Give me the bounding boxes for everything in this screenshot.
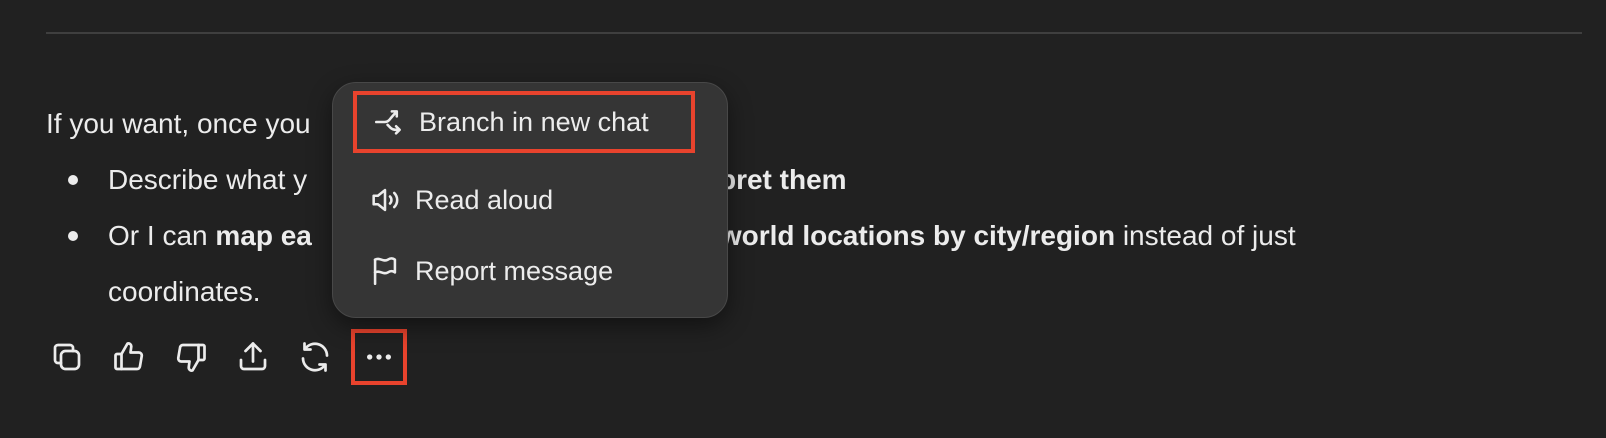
message-intro: If you want, once you xyxy=(46,108,311,139)
like-button[interactable] xyxy=(108,336,150,378)
menu-item-read-aloud[interactable]: Read aloud xyxy=(353,169,695,231)
thumbs-down-icon xyxy=(176,343,206,372)
menu-item-label: Read aloud xyxy=(415,184,554,215)
regenerate-icon xyxy=(301,342,329,372)
share-icon xyxy=(239,342,267,371)
speaker-icon xyxy=(365,180,405,220)
menu-item-label: Report message xyxy=(415,255,614,286)
menu-item-report-message[interactable]: Report message xyxy=(353,240,695,302)
bullet-dot xyxy=(68,175,78,185)
copy-icon xyxy=(53,343,81,371)
message-divider xyxy=(46,32,1582,34)
regenerate-button[interactable] xyxy=(294,336,336,378)
assistant-message: If you want, once you Describe what yr i… xyxy=(46,96,1546,320)
list-item: Or I can map ea world locations by city/r… xyxy=(46,208,1546,320)
share-button[interactable] xyxy=(232,336,274,378)
message-text-bold: map ea xyxy=(215,220,312,251)
message-list: Describe what yr interpret them Or I can… xyxy=(46,152,1546,320)
menu-item-label: Branch in new chat xyxy=(419,106,649,137)
dislike-button[interactable] xyxy=(170,336,212,378)
branch-icon xyxy=(369,102,409,142)
copy-button[interactable] xyxy=(46,336,88,378)
flag-icon xyxy=(365,251,405,291)
thumbs-up-icon xyxy=(114,342,144,371)
message-text-bold: world locations by city/region xyxy=(719,220,1116,251)
list-item: Describe what yr interpret them xyxy=(46,152,1546,208)
more-options-button[interactable] xyxy=(351,329,407,385)
menu-item-branch-in-new-chat[interactable]: Branch in new chat xyxy=(353,91,695,153)
message-text: Or I can xyxy=(108,220,216,251)
message-text: coordinates. xyxy=(108,276,261,307)
more-icon xyxy=(367,354,391,360)
bullet-dot xyxy=(68,231,78,241)
message-text: instead of just xyxy=(1115,220,1296,251)
more-options-menu: Branch in new chat Read aloud Report mes… xyxy=(332,82,728,318)
message-text: Describe what y xyxy=(108,164,308,195)
